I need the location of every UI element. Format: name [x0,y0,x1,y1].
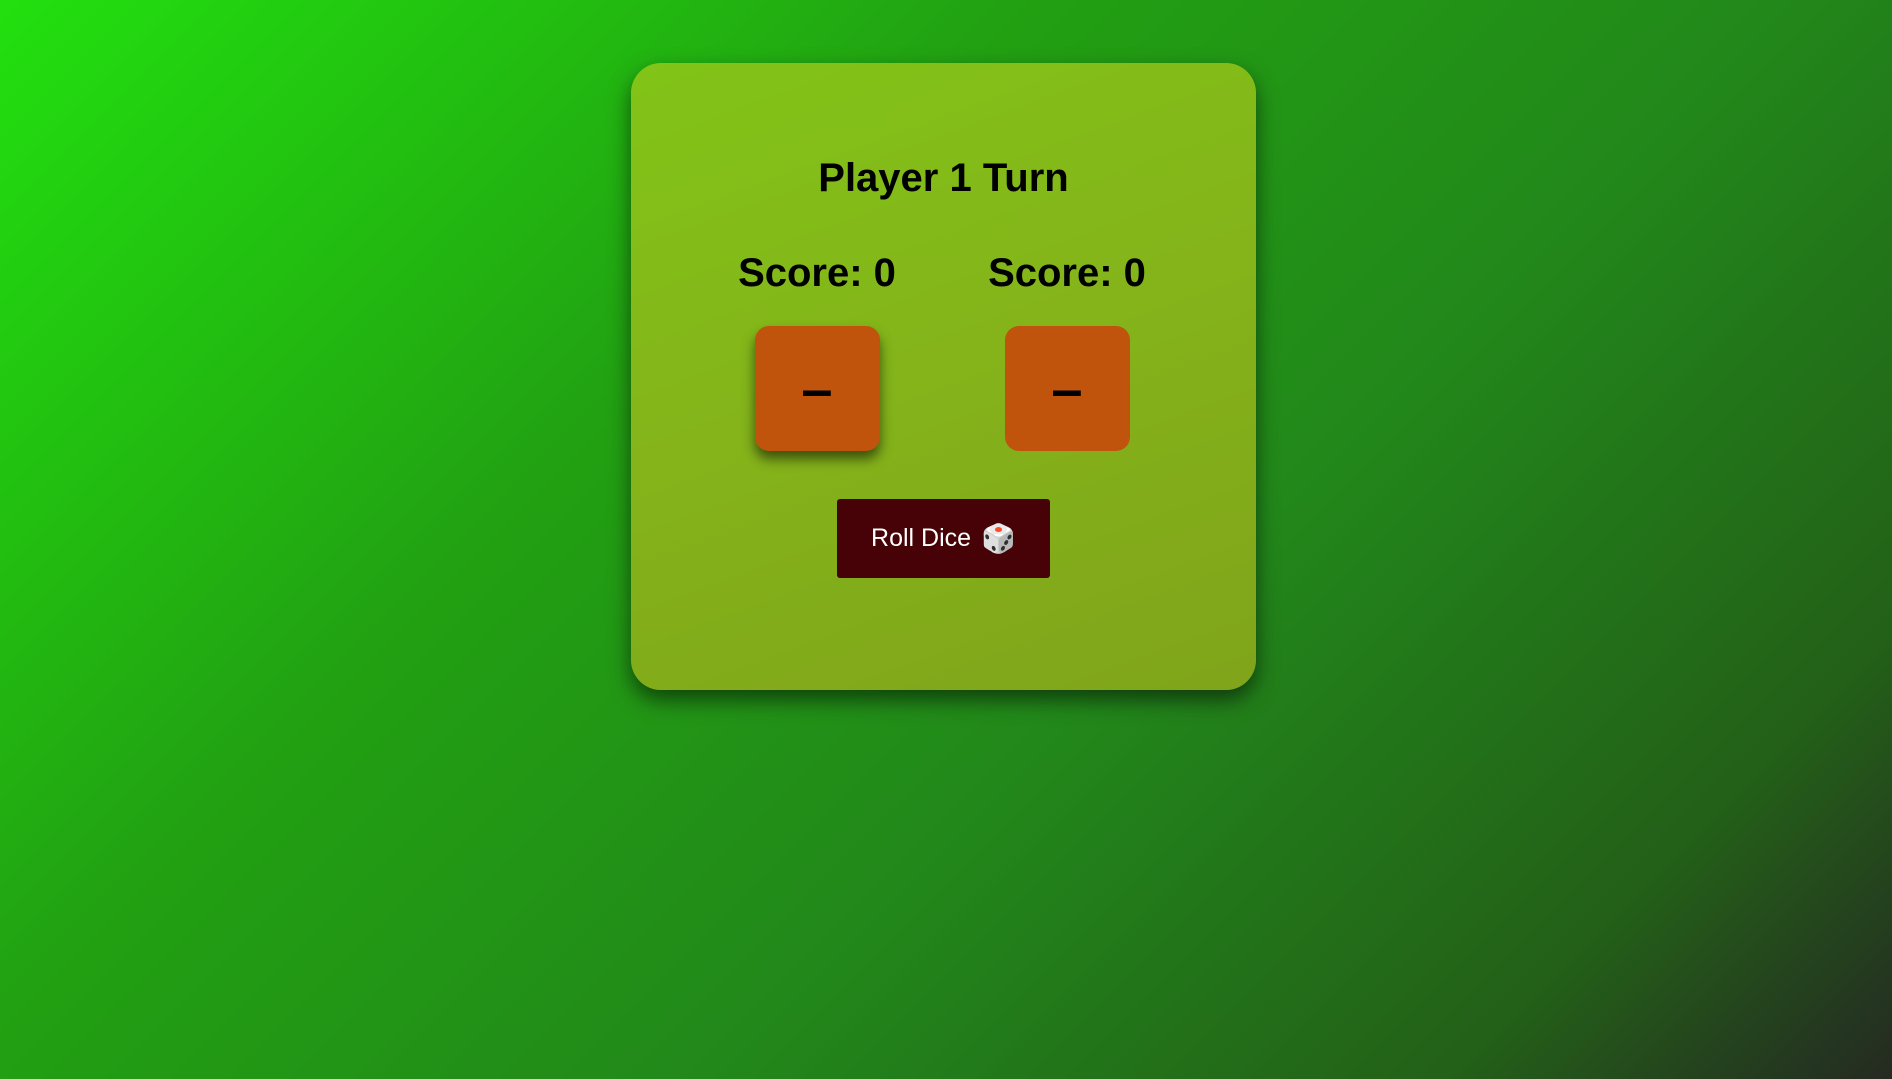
game-card: Player 1 Turn Score: 0 – Score: 0 – Roll… [631,63,1256,690]
roll-dice-button[interactable]: Roll Dice 🎲 [837,499,1050,578]
player-1-score: Score: 0 [738,251,896,295]
player-1-die: – [754,326,880,451]
player-2-score: Score: 0 [988,251,1146,295]
dice-icon: 🎲 [981,522,1016,554]
roll-dice-label: Roll Dice [871,524,972,552]
player-2-die: – [1004,326,1130,451]
player-1-panel: Score: 0 – [687,248,947,451]
player-2-panel: Score: 0 – [937,248,1197,451]
turn-indicator: Player 1 Turn [818,156,1069,200]
